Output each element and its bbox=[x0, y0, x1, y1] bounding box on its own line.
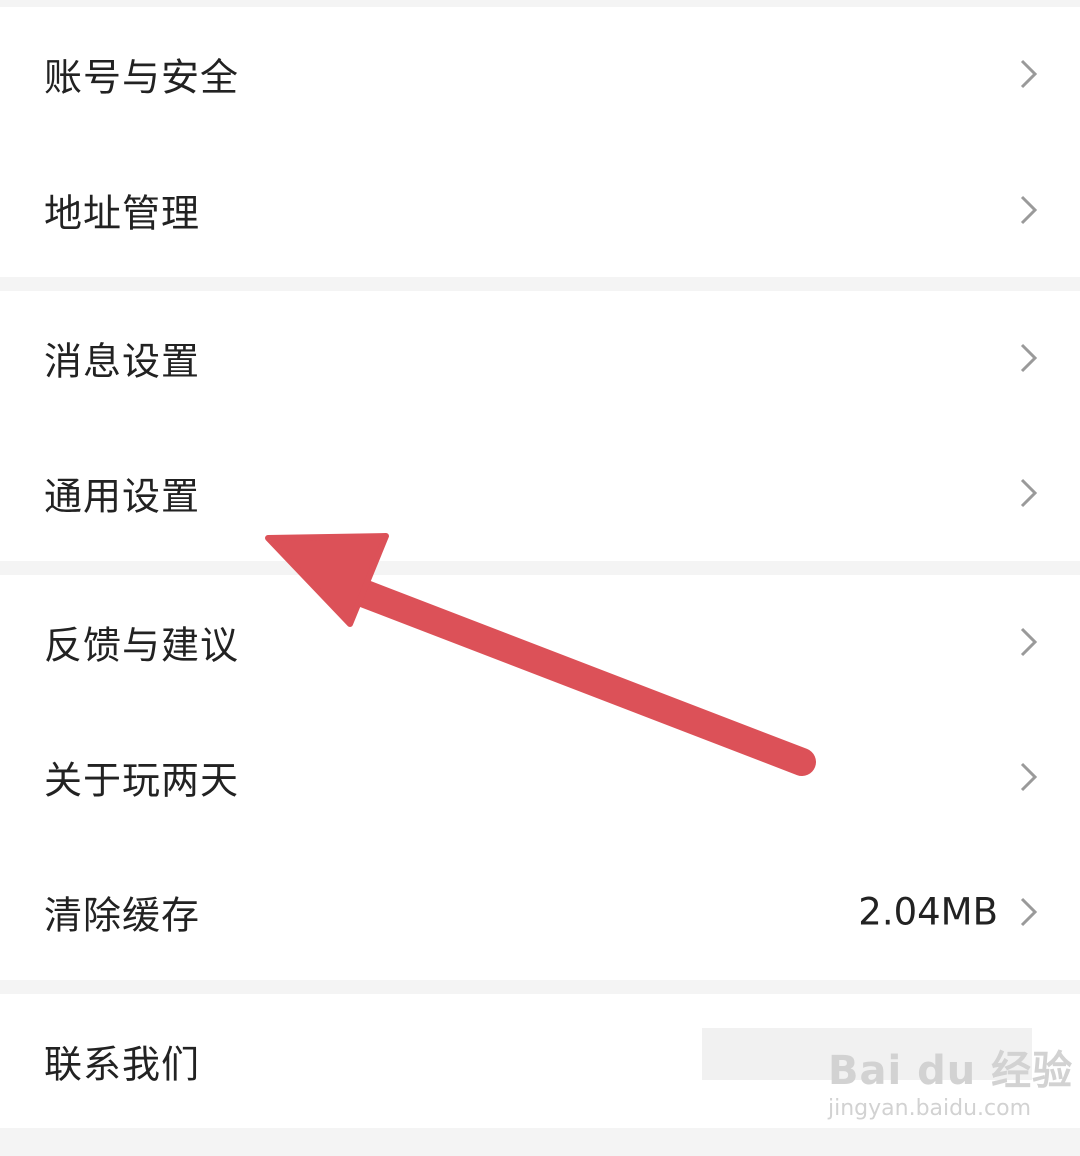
chevron-right-icon bbox=[1020, 343, 1038, 373]
settings-item-label: 消息设置 bbox=[44, 339, 201, 384]
chevron-right-icon bbox=[1020, 478, 1038, 508]
settings-item-about-app[interactable]: 关于玩两天 bbox=[0, 710, 1080, 844]
settings-item-clear-cache[interactable]: 清除缓存 2.04MB bbox=[0, 845, 1080, 979]
chevron-right-icon bbox=[1020, 59, 1038, 89]
settings-group-preferences: 消息设置 通用设置 bbox=[0, 291, 1080, 561]
baidu-jingyan-watermark: Bai du 经验 jingyan.baidu.com bbox=[828, 1038, 1074, 1121]
cache-size-value: 2.04MB bbox=[858, 890, 998, 934]
chevron-right-icon bbox=[1020, 897, 1038, 927]
settings-item-label: 联系我们 bbox=[44, 1042, 201, 1087]
watermark-logo-text: Bai du 经验 bbox=[828, 1048, 1074, 1094]
settings-item-label: 反馈与建议 bbox=[44, 623, 240, 668]
settings-item-label: 关于玩两天 bbox=[44, 758, 240, 803]
settings-item-label: 账号与安全 bbox=[44, 55, 240, 100]
settings-item-message[interactable]: 消息设置 bbox=[0, 291, 1080, 425]
settings-item-address[interactable]: 地址管理 bbox=[0, 143, 1080, 277]
chevron-right-icon bbox=[1020, 195, 1038, 225]
settings-item-account-security[interactable]: 账号与安全 bbox=[0, 7, 1080, 141]
settings-group-account: 账号与安全 地址管理 bbox=[0, 7, 1080, 277]
settings-item-label: 通用设置 bbox=[44, 474, 201, 519]
settings-item-general[interactable]: 通用设置 bbox=[0, 426, 1080, 560]
watermark-url: jingyan.baidu.com bbox=[828, 1096, 1032, 1121]
chevron-right-icon bbox=[1020, 627, 1038, 657]
settings-item-label: 清除缓存 bbox=[44, 893, 201, 938]
chevron-right-icon bbox=[1020, 762, 1038, 792]
settings-item-feedback[interactable]: 反馈与建议 bbox=[0, 575, 1080, 709]
settings-item-label: 地址管理 bbox=[44, 191, 201, 236]
settings-group-about: 反馈与建议 关于玩两天 清除缓存 2.04MB bbox=[0, 575, 1080, 980]
